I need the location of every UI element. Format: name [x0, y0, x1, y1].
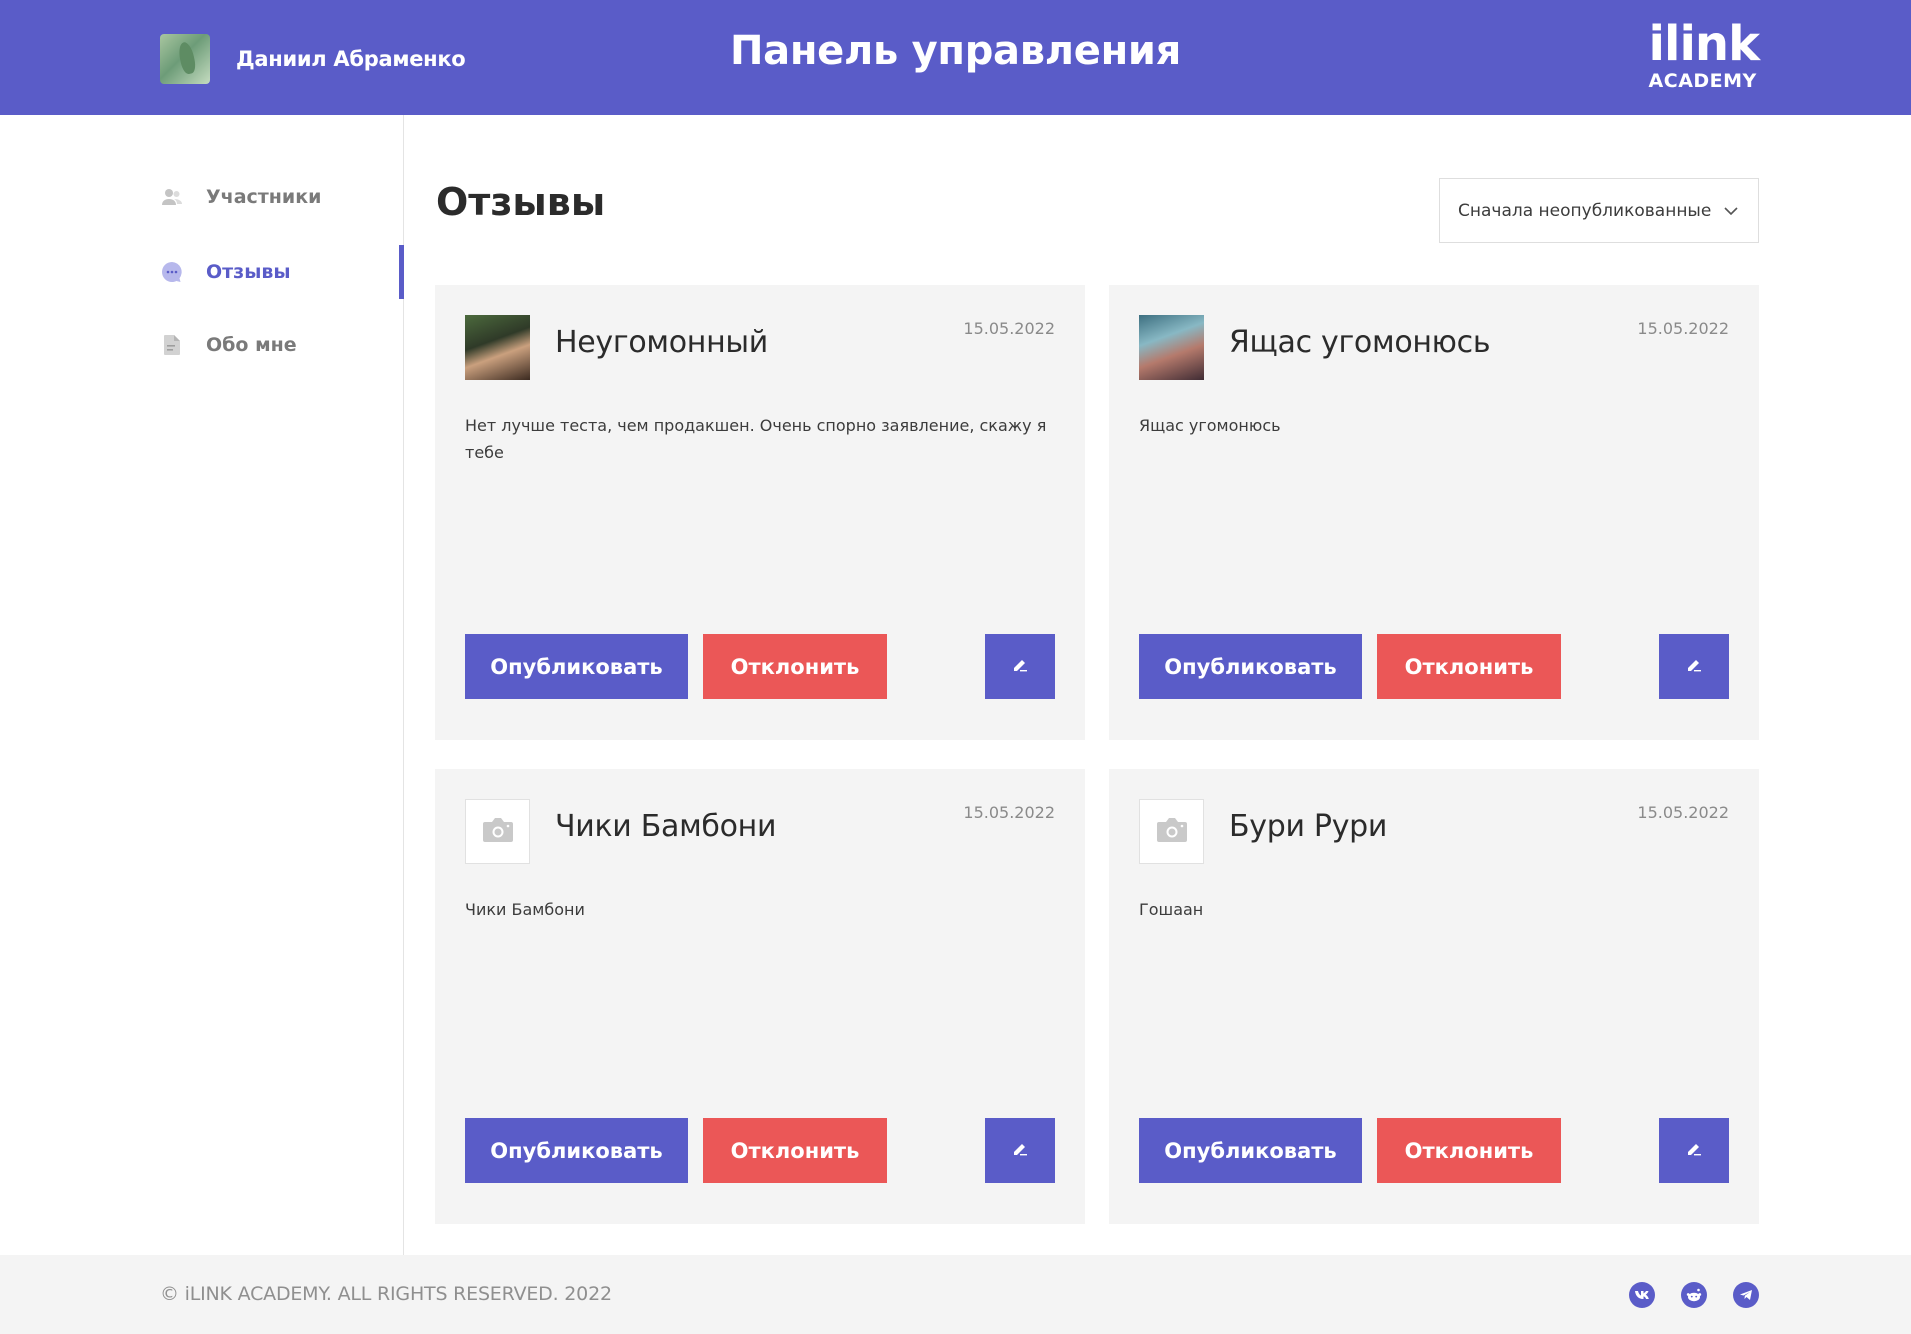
sidebar-item-reviews[interactable]: Отзывы [160, 252, 291, 292]
review-date: 15.05.2022 [963, 319, 1055, 338]
document-icon [160, 333, 184, 357]
sort-dropdown-value: Сначала неопубликованные [1458, 200, 1712, 221]
review-author: Неугомонный [555, 325, 768, 360]
pencil-icon [1011, 655, 1029, 679]
review-text: Ящас угомонюсь [1139, 416, 1281, 435]
users-icon [160, 185, 184, 209]
sort-dropdown[interactable]: Сначала неопубликованные [1439, 178, 1759, 243]
pencil-icon [1011, 1139, 1029, 1163]
review-author: Чики Бамбони [555, 809, 777, 844]
top-header: Даниил Абраменко Панель управления ilink… [0, 0, 1911, 115]
camera-icon [481, 816, 515, 848]
review-text: Чики Бамбони [465, 900, 585, 919]
publish-button[interactable]: Опубликовать [1139, 1118, 1362, 1183]
review-card: Ящас угомонюсь 15.05.2022 Ящас угомонюсь… [1109, 285, 1759, 740]
ilink-academy-logo[interactable]: ilink ACADEMY [1648, 16, 1760, 92]
edit-button[interactable] [1659, 1118, 1729, 1183]
section-title: Отзывы [436, 180, 606, 224]
publish-button[interactable]: Опубликовать [1139, 634, 1362, 699]
sidebar-item-about[interactable]: Обо мне [160, 325, 297, 365]
review-date: 15.05.2022 [1637, 803, 1729, 822]
reject-button[interactable]: Отклонить [1377, 1118, 1561, 1183]
social-links [1629, 1282, 1759, 1308]
sidebar-item-label: Обо мне [206, 334, 297, 356]
review-date: 15.05.2022 [963, 803, 1055, 822]
reddit-icon[interactable] [1681, 1282, 1707, 1308]
chevron-down-icon [1724, 201, 1738, 220]
chat-icon [160, 260, 184, 284]
review-avatar [1139, 315, 1204, 380]
vk-icon[interactable] [1629, 1282, 1655, 1308]
review-card: Бури Рури 15.05.2022 Гошаан Опубликовать… [1109, 769, 1759, 1224]
review-card: Чики Бамбони 15.05.2022 Чики Бамбони Опу… [435, 769, 1085, 1224]
review-card: Неугомонный 15.05.2022 Нет лучше теста, … [435, 285, 1085, 740]
edit-button[interactable] [1659, 634, 1729, 699]
logo-main-text: ilink [1648, 16, 1760, 72]
review-avatar [465, 315, 530, 380]
page-title: Панель управления [729, 28, 1182, 74]
publish-button[interactable]: Опубликовать [465, 1118, 688, 1183]
edit-button[interactable] [985, 1118, 1055, 1183]
sidebar: Участники Отзывы Обо мне [0, 115, 404, 1255]
review-author: Ящас угомонюсь [1229, 325, 1491, 360]
reject-button[interactable]: Отклонить [1377, 634, 1561, 699]
review-date: 15.05.2022 [1637, 319, 1729, 338]
copyright-text: © iLINK ACADEMY. ALL RIGHTS RESERVED. 20… [160, 1283, 612, 1305]
reject-button[interactable]: Отклонить [703, 634, 887, 699]
review-avatar [465, 799, 530, 864]
sidebar-item-label: Отзывы [206, 261, 291, 283]
pencil-icon [1685, 1139, 1703, 1163]
active-nav-indicator [399, 245, 404, 299]
telegram-icon[interactable] [1733, 1282, 1759, 1308]
sidebar-item-participants[interactable]: Участники [160, 177, 321, 217]
sidebar-item-label: Участники [206, 186, 322, 208]
review-avatar [1139, 799, 1204, 864]
review-text: Гошаан [1139, 900, 1204, 919]
publish-button[interactable]: Опубликовать [465, 634, 688, 699]
pencil-icon [1685, 655, 1703, 679]
review-text: Нет лучше теста, чем продакшен. Очень сп… [465, 416, 1047, 462]
footer: © iLINK ACADEMY. ALL RIGHTS RESERVED. 20… [0, 1255, 1911, 1334]
edit-button[interactable] [985, 634, 1055, 699]
reject-button[interactable]: Отклонить [703, 1118, 887, 1183]
logo-sub-text: ACADEMY [1648, 70, 1757, 92]
review-author: Бури Рури [1229, 809, 1388, 844]
camera-icon [1155, 816, 1189, 848]
